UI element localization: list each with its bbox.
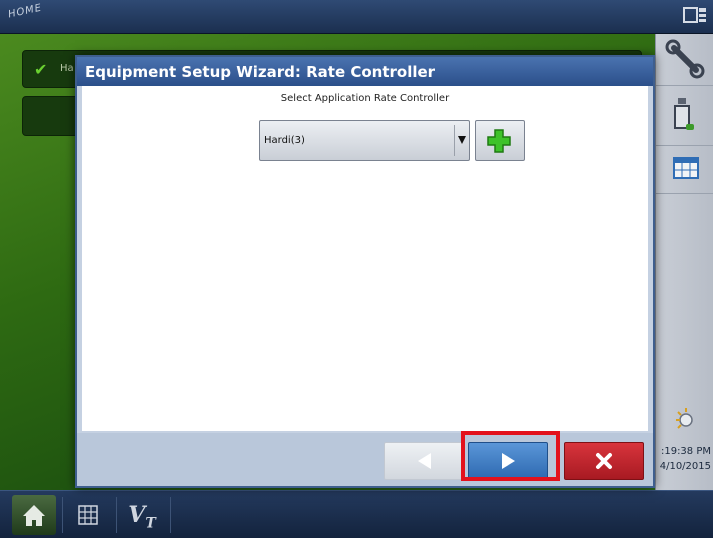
nav-separator [116, 497, 117, 533]
chevron-down-icon [458, 136, 466, 144]
back-button[interactable] [384, 442, 464, 480]
top-bar: HOME [0, 0, 713, 34]
rate-controller-value: Hardi(3) [264, 135, 305, 146]
bottle-icon [674, 98, 694, 130]
select-divider [454, 125, 455, 156]
dialog-title: Equipment Setup Wizard: Rate Controller [77, 57, 653, 86]
check-icon: ✔ [34, 60, 48, 79]
light-icon [676, 408, 693, 429]
next-button-highlight [461, 431, 560, 481]
wrench-icon [665, 39, 705, 79]
logo-icon: HOME [7, 2, 44, 21]
select-prompt: Select Application Rate Controller [280, 93, 450, 104]
summary-button[interactable] [656, 146, 713, 194]
bottom-nav: VT [0, 490, 713, 538]
screen-layout-icon[interactable] [683, 6, 707, 26]
add-rate-controller-button[interactable] [475, 120, 525, 161]
grid-button[interactable] [66, 495, 110, 535]
light-button[interactable] [656, 402, 713, 438]
dialog-body: Select Application Rate Controller Hardi… [82, 86, 648, 431]
equipment-setup-dialog: Equipment Setup Wizard: Rate Controller … [75, 55, 655, 488]
home-icon [23, 505, 45, 526]
vt-icon: VT [128, 502, 156, 532]
clock-time: :19:38 PM [660, 446, 711, 457]
clock: :19:38 PM 4/10/2015 [656, 444, 713, 474]
nav-separator [62, 497, 63, 533]
product-button[interactable] [656, 86, 713, 146]
rate-controller-select[interactable]: Hardi(3) [259, 120, 470, 161]
dialog-footer [77, 433, 653, 486]
back-arrow-icon [418, 453, 431, 469]
cancel-button[interactable] [564, 442, 644, 480]
home-button[interactable] [12, 495, 56, 535]
right-sidebar: :19:38 PM 4/10/2015 [655, 34, 713, 490]
clock-date: 4/10/2015 [659, 461, 711, 472]
add-icon [487, 129, 511, 153]
close-icon [596, 453, 612, 469]
grid-icon [78, 505, 98, 525]
background-row-label: Ha [60, 63, 74, 74]
vt-button[interactable]: VT [120, 495, 164, 535]
table-icon [673, 157, 699, 179]
nav-separator [170, 497, 171, 533]
settings-button[interactable] [656, 34, 713, 86]
